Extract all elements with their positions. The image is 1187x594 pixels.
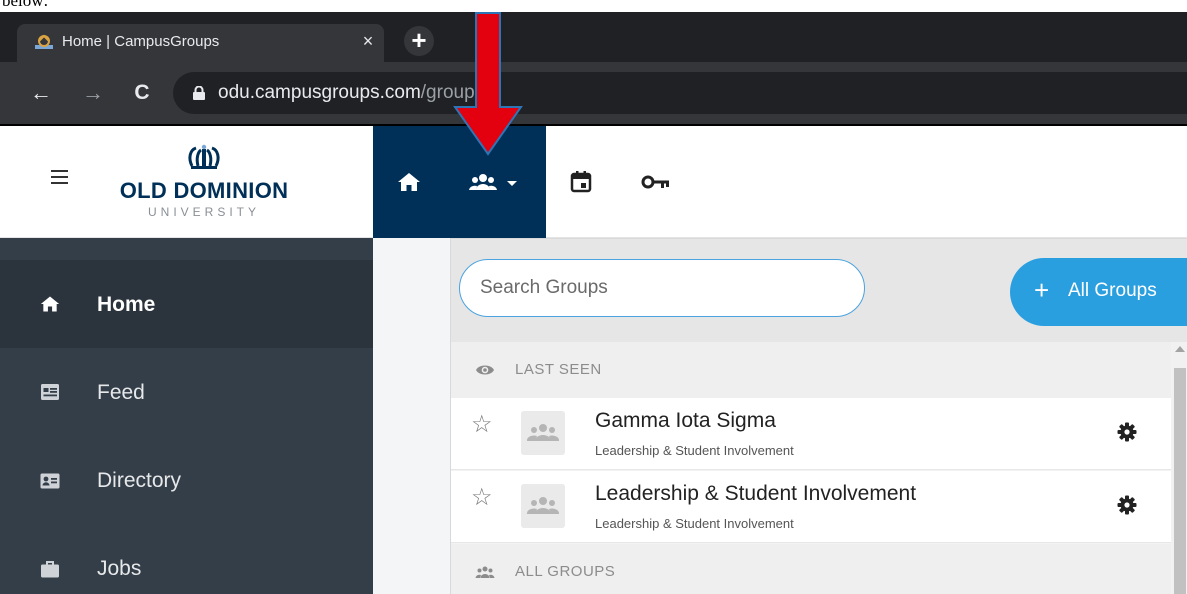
caption-text: below: (0, 0, 1187, 12)
eye-icon (476, 365, 494, 375)
favorite-star-icon[interactable]: ☆ (471, 412, 493, 438)
forward-button[interactable]: → (80, 80, 106, 106)
group-avatar-icon (521, 411, 565, 455)
sidebar-item-label: Jobs (97, 557, 142, 580)
gear-icon[interactable] (1117, 422, 1137, 442)
address-bar[interactable]: odu.campusgroups.com/groups (173, 72, 1187, 114)
groups-scrollbar[interactable] (1172, 342, 1187, 594)
logo-name: OLD DOMINION (119, 178, 289, 203)
content-gutter (373, 238, 450, 594)
feed-icon (41, 384, 59, 400)
app-header: OLD DOMINION UNIVERSITY (0, 126, 1187, 238)
groups-icon (475, 566, 495, 578)
directory-icon (40, 473, 60, 489)
calendar-icon[interactable] (569, 170, 593, 194)
reload-button[interactable]: C (129, 80, 155, 106)
home-icon (40, 296, 60, 312)
favorite-star-icon[interactable]: ☆ (471, 485, 493, 511)
home-icon[interactable] (397, 170, 421, 194)
all-groups-section-label: ALL GROUPS (515, 563, 616, 580)
crown-icon (188, 144, 220, 169)
all-groups-button[interactable]: + All Groups (1010, 258, 1187, 326)
group-row[interactable]: ☆ Gamma Iota Sigma Leadership & Student … (451, 398, 1171, 470)
search-groups-input[interactable] (480, 275, 850, 301)
briefcase-icon (41, 561, 59, 578)
sidebar-item-label: Directory (97, 469, 182, 492)
sidebar-item-directory[interactable]: Directory (0, 436, 373, 524)
menu-icon[interactable] (51, 170, 68, 184)
key-icon[interactable] (641, 170, 671, 194)
sidebar-item-label: Feed (97, 381, 145, 404)
tab-close-button[interactable]: × (357, 30, 379, 52)
scroll-up-arrow-icon[interactable] (1175, 346, 1185, 352)
browser-toolbar: ← → C odu.campusgroups.com/groups (0, 62, 1187, 124)
groups-dropdown: + All Groups LAST SEEN ☆ Gamma Iota Sigm… (450, 238, 1187, 594)
groups-dropdown-icon[interactable] (469, 170, 521, 194)
group-name[interactable]: Leadership & Student Involvement (595, 482, 916, 506)
tab-title: Home | CampusGroups (62, 33, 220, 50)
group-row[interactable]: ☆ Leadership & Student Involvement Leade… (451, 471, 1171, 543)
favicon-icon (35, 34, 53, 49)
last-seen-section-header: LAST SEEN (451, 342, 1171, 398)
all-groups-label: All Groups (1068, 280, 1157, 301)
logo-subtitle: UNIVERSITY (147, 205, 260, 219)
sidebar-item-label: Home (97, 293, 156, 316)
annotation-arrow-icon (453, 12, 523, 156)
university-logo[interactable]: OLD DOMINION UNIVERSITY (112, 144, 296, 228)
plus-icon: + (1034, 275, 1050, 305)
gear-icon[interactable] (1117, 495, 1137, 515)
browser-tab-bar: Home | CampusGroups × + (0, 12, 1187, 62)
group-name[interactable]: Gamma Iota Sigma (595, 409, 776, 433)
last-seen-label: LAST SEEN (515, 361, 602, 378)
group-avatar-icon (521, 484, 565, 528)
sidebar-item-home[interactable]: Home (0, 260, 373, 348)
sidebar: Home Feed Directory Jobs (0, 238, 373, 594)
browser-tab[interactable]: Home | CampusGroups × (17, 24, 384, 62)
sidebar-item-feed[interactable]: Feed (0, 348, 373, 436)
group-category: Leadership & Student Involvement (595, 443, 794, 458)
lock-icon (193, 86, 205, 100)
all-groups-section-header: ALL GROUPS (451, 544, 1171, 594)
groups-dropdown-header: + All Groups (451, 239, 1187, 342)
group-category: Leadership & Student Involvement (595, 516, 794, 531)
new-tab-button[interactable]: + (404, 26, 434, 56)
sidebar-item-jobs[interactable]: Jobs (0, 524, 373, 594)
back-button[interactable]: ← (28, 80, 54, 106)
url-text: odu.campusgroups.com/groups (218, 82, 485, 103)
search-groups-field[interactable] (459, 259, 865, 317)
scroll-thumb[interactable] (1174, 368, 1186, 594)
